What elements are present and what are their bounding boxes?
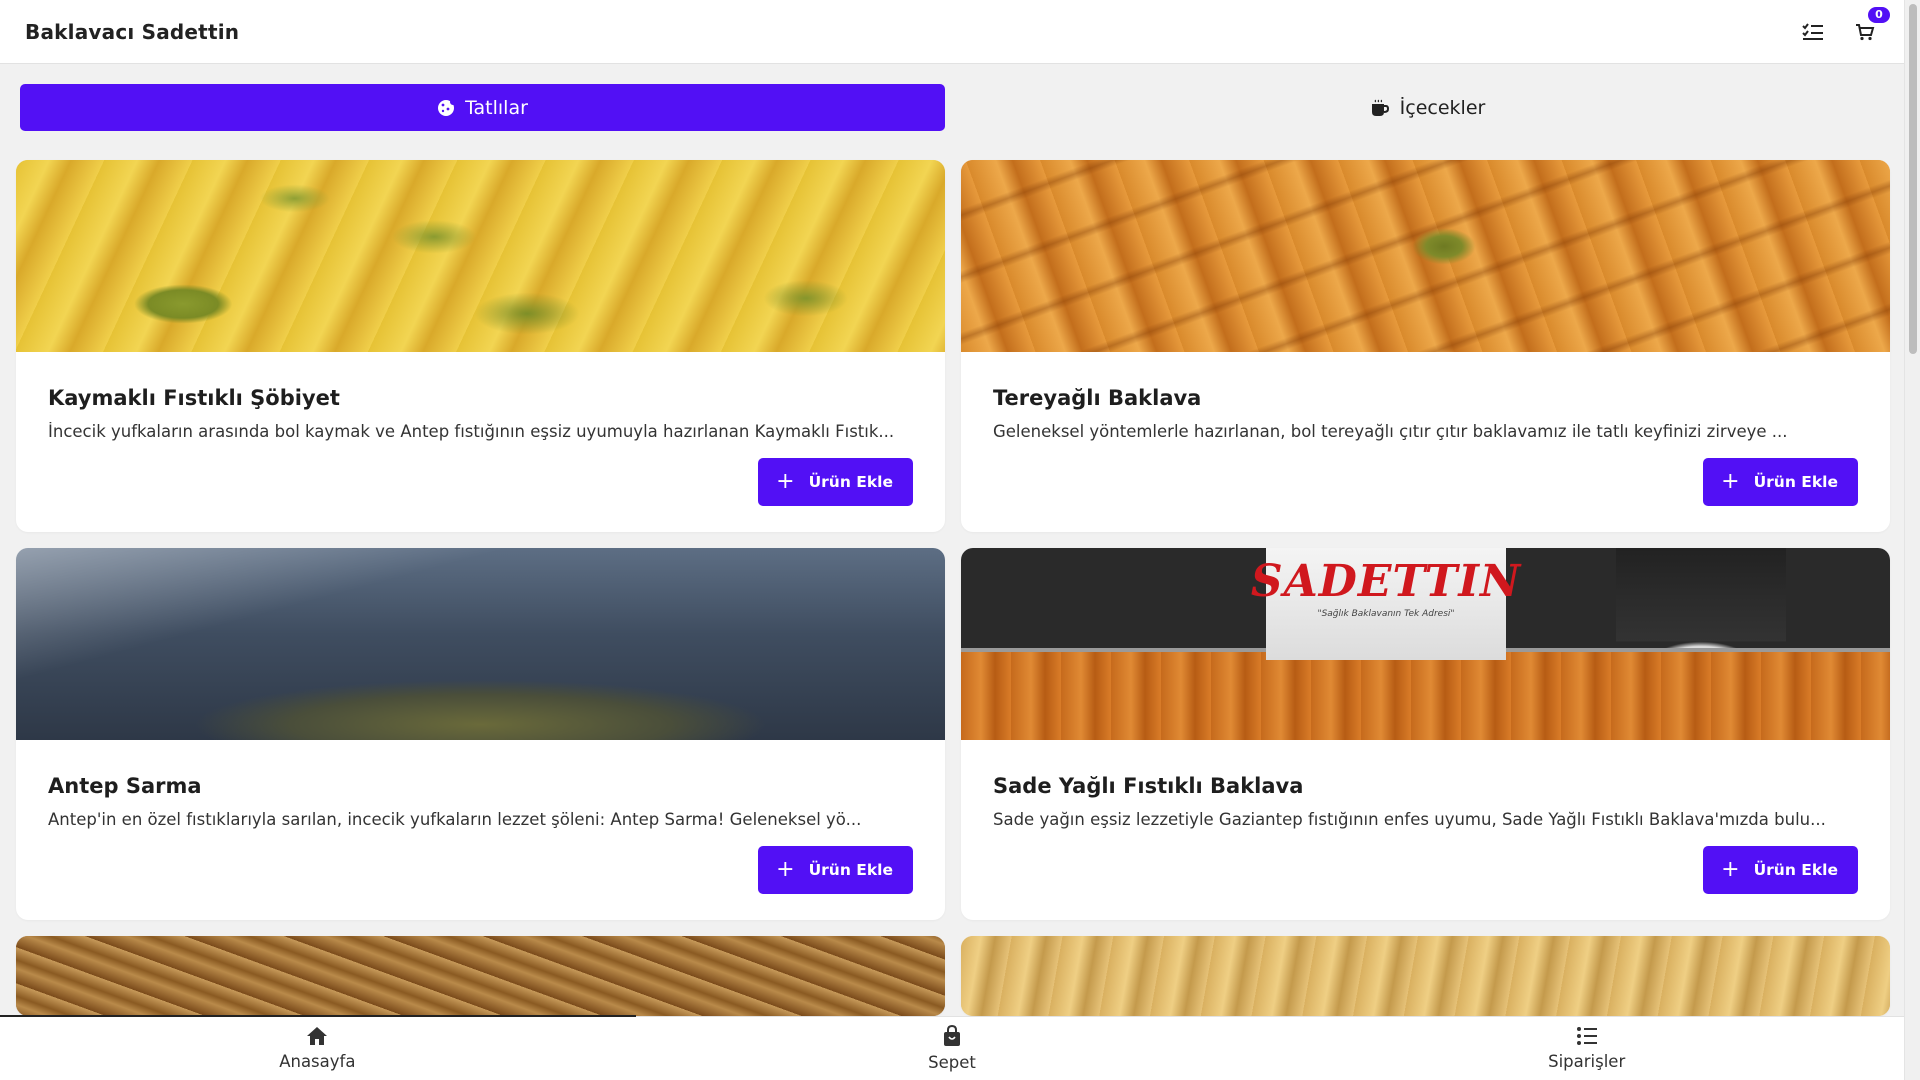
product-card [16, 936, 945, 1016]
tab-tatlilar[interactable]: Tatlılar [20, 84, 945, 131]
product-title: Sade Yağlı Fıstıklı Baklava [993, 774, 1304, 798]
app-title: Baklavacı Sadettin [25, 19, 240, 44]
product-title: Tereyağlı Baklava [993, 386, 1202, 410]
page-scrollbar[interactable] [1904, 0, 1920, 1080]
nav-active-indicator [0, 1015, 636, 1017]
product-title: Kaymaklı Fıstıklı Şöbiyet [48, 386, 340, 410]
product-card: Antep Sarma Antep'in en özel fıstıklarıy… [16, 548, 945, 920]
product-card: Kaymaklı Fıstıklı Şöbiyet İncecik yufkal… [16, 160, 945, 532]
shopping-bag-icon [944, 1025, 960, 1046]
button-label: Ürün Ekle [808, 473, 893, 491]
cookie-icon [438, 98, 456, 116]
tab-icecekler[interactable]: İçecekler [965, 84, 1890, 131]
product-card-body: Sade Yağlı Fıstıklı Baklava Sade yağın e… [961, 740, 1890, 920]
product-card: SADETTIN "Sağlık Baklavanın Tek Adresi" … [961, 548, 1890, 920]
product-description: Geleneksel yöntemlerle hazırlanan, bol t… [993, 422, 1788, 441]
list-icon [1576, 1027, 1597, 1045]
baklava-tray-image [961, 648, 1890, 740]
checklist-icon[interactable] [1800, 19, 1826, 45]
add-to-cart-button[interactable]: + Ürün Ekle [758, 846, 913, 894]
product-card: Tereyağlı Baklava Geleneksel yöntemlerle… [961, 160, 1890, 532]
plus-icon: + [776, 857, 795, 882]
brand-logo-text: SADETTIN [1250, 556, 1522, 607]
product-image [16, 936, 945, 1016]
product-description: İncecik yufkaların arasında bol kaymak v… [48, 422, 895, 441]
nav-label: Anasayfa [279, 1052, 356, 1071]
mug-icon [1371, 99, 1389, 116]
product-image [16, 548, 945, 740]
product-description: Sade yağın eşsiz lezzetiyle Gaziantep fı… [993, 810, 1826, 829]
brand-slogan-text: "Sağlık Baklavanın Tek Adresi" [1317, 609, 1455, 619]
nav-label: Sepet [928, 1053, 976, 1072]
product-grid: Kaymaklı Fıstıklı Şöbiyet İncecik yufkal… [16, 160, 1890, 1016]
nav-item-anasayfa[interactable]: Anasayfa [0, 1017, 635, 1080]
home-icon [307, 1027, 328, 1045]
button-label: Ürün Ekle [808, 861, 893, 879]
brand-box-image: SADETTIN "Sağlık Baklavanın Tek Adresi" [1251, 548, 1520, 660]
category-tabs: Tatlılar İçecekler [20, 84, 1890, 131]
product-card-body: Antep Sarma Antep'in en özel fıstıklarıy… [16, 740, 945, 920]
tab-label: Tatlılar [465, 96, 528, 119]
add-to-cart-button[interactable]: + Ürün Ekle [758, 458, 913, 506]
product-title: Antep Sarma [48, 774, 202, 798]
nav-item-siparisler[interactable]: Siparişler [1269, 1017, 1904, 1080]
product-card [961, 936, 1890, 1016]
plus-icon: + [1721, 469, 1740, 494]
add-to-cart-button[interactable]: + Ürün Ekle [1703, 458, 1858, 506]
bottom-navigation: Anasayfa Sepet Siparişler [0, 1015, 1904, 1080]
tab-label: İçecekler [1399, 96, 1486, 119]
product-image [16, 160, 945, 352]
button-label: Ürün Ekle [1753, 473, 1838, 491]
header-actions: 0 [1800, 6, 1890, 45]
nav-item-sepet[interactable]: Sepet [635, 1017, 1270, 1080]
plus-icon: + [1721, 857, 1740, 882]
cart-count-badge: 0 [1868, 6, 1890, 23]
product-description: Antep'in en özel fıstıklarıyla sarılan, … [48, 810, 862, 829]
button-label: Ürün Ekle [1753, 861, 1838, 879]
scrollbar-thumb[interactable] [1909, 4, 1917, 354]
plus-icon: + [776, 469, 795, 494]
product-image [961, 160, 1890, 352]
app-header: Baklavacı Sadettin 0 [0, 0, 1904, 64]
cart-icon [1856, 23, 1875, 40]
product-image [961, 936, 1890, 1016]
cart-button[interactable]: 0 [1852, 6, 1890, 45]
add-to-cart-button[interactable]: + Ürün Ekle [1703, 846, 1858, 894]
product-card-body: Kaymaklı Fıstıklı Şöbiyet İncecik yufkal… [16, 352, 945, 532]
product-card-body: Tereyağlı Baklava Geleneksel yöntemlerle… [961, 352, 1890, 532]
nav-label: Siparişler [1548, 1052, 1626, 1071]
product-image: SADETTIN "Sağlık Baklavanın Tek Adresi" [961, 548, 1890, 740]
